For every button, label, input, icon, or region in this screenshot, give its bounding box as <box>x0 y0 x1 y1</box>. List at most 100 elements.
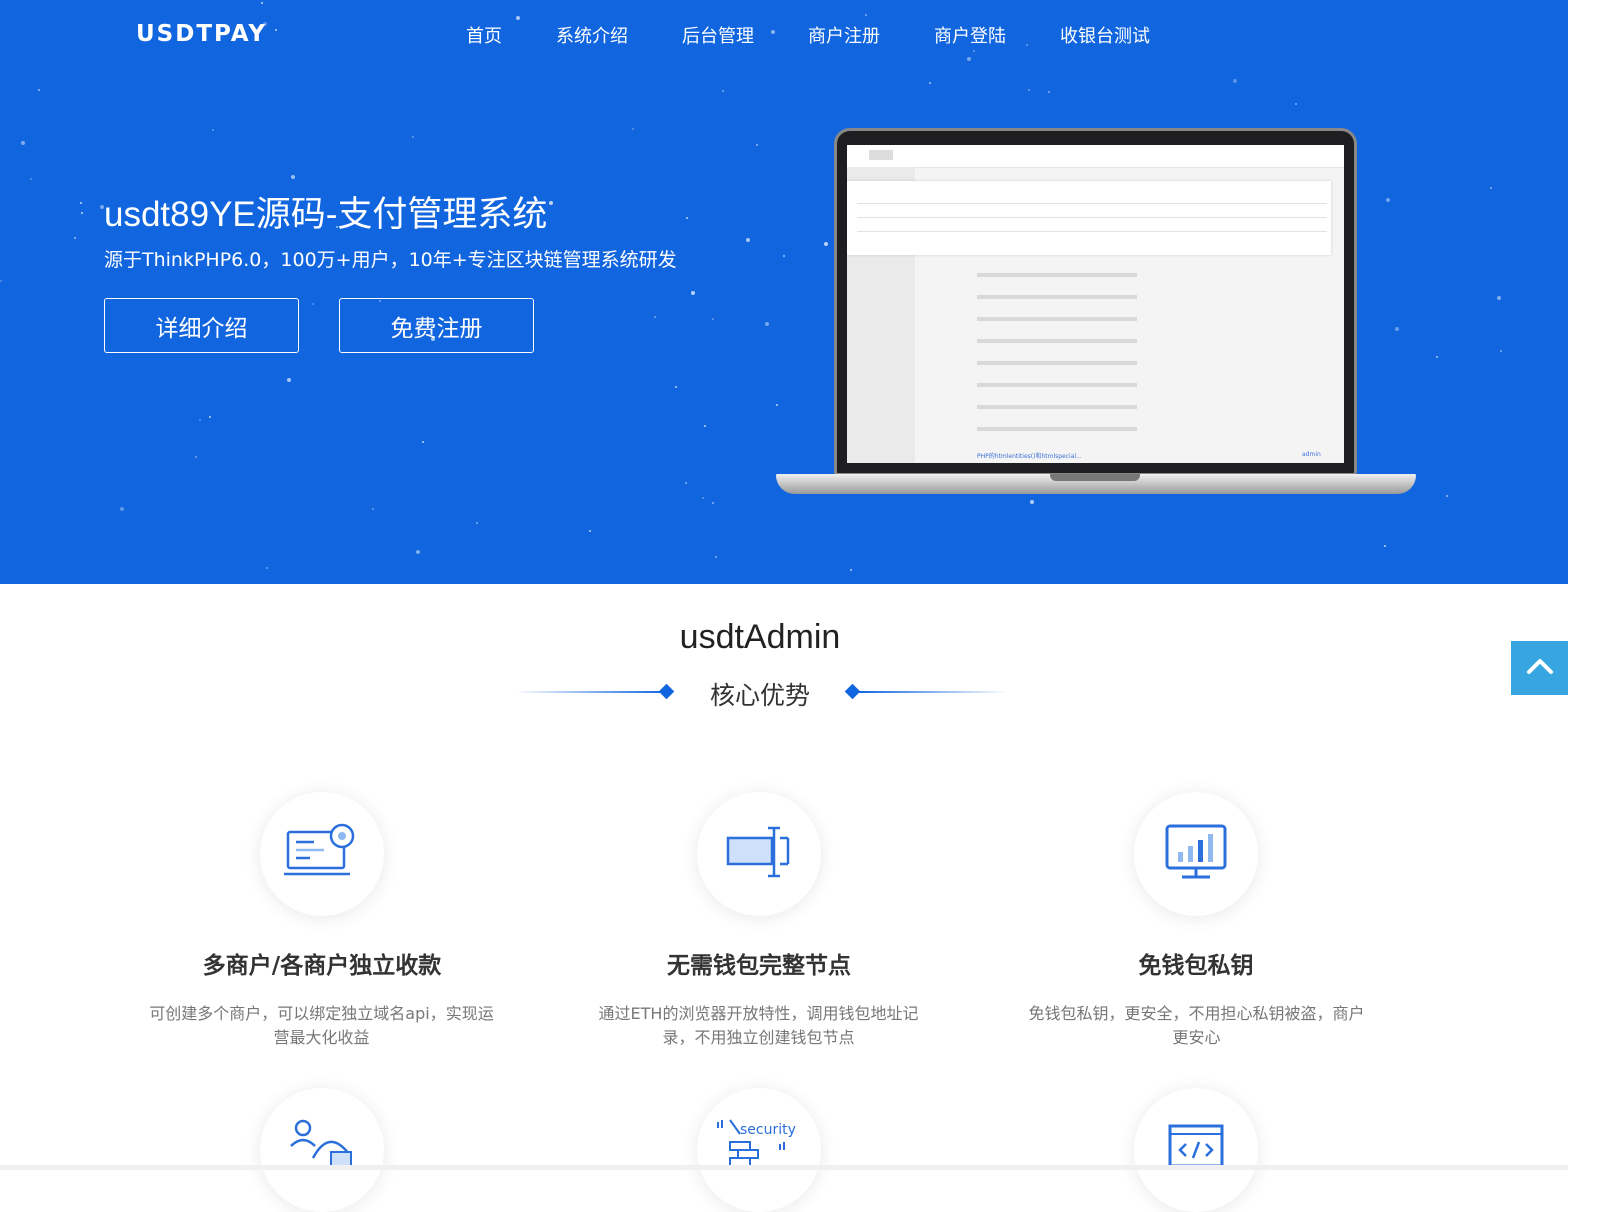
screenshot-last-row-user: admin <box>1302 451 1321 458</box>
star-dot <box>675 386 677 388</box>
hero-banner: USDTPAY 首页 系统介绍 后台管理 商户注册 商户登陆 收银台测试 usd… <box>0 0 1568 584</box>
feature-icon-circle <box>697 792 821 916</box>
star-dot <box>266 567 268 569</box>
star-dot <box>973 50 975 52</box>
star-dot <box>704 425 706 427</box>
star-dot <box>1048 91 1050 93</box>
star-dot <box>212 129 214 131</box>
star-dot <box>209 416 211 418</box>
star-dot <box>1030 500 1034 504</box>
feature-title: 多商户/各商户独立收款 <box>202 953 442 979</box>
star-dot <box>1446 495 1448 497</box>
screenshot-table-panel <box>847 181 1331 255</box>
star-dot <box>0 280 2 282</box>
back-to-top-button[interactable] <box>1511 641 1568 695</box>
feature-description: 通过ETH的浏览器开放特性，调用钱包地址记录，不用独立创建钱包节点 <box>598 1004 919 1047</box>
register-button[interactable]: 免费注册 <box>339 298 534 353</box>
star-dot <box>312 303 314 305</box>
feature-description: 可创建多个商户，可以绑定独立域名api，实现运营最大化收益 <box>149 1004 494 1047</box>
star-dot <box>476 522 478 524</box>
star-dot <box>765 322 769 326</box>
wallet-node-icon <box>724 824 794 884</box>
star-dot <box>746 238 750 242</box>
star-dot <box>195 456 197 458</box>
security-icon: security <box>714 1114 804 1170</box>
star-dot <box>1233 79 1237 83</box>
admin-screenshot: PHP的htmlentities()和htmlspecial... admin <box>847 145 1344 463</box>
feature-description: 免钱包私钥，更安全，不用担心私钥被盗，商户更安心 <box>1028 1004 1365 1047</box>
star-dot <box>850 569 852 571</box>
nav-item-merchant-register[interactable]: 商户注册 <box>808 22 880 48</box>
star-dot <box>756 144 758 146</box>
feature-icon-circle: security <box>697 1088 821 1212</box>
nav-item-system-intro[interactable]: 系统介绍 <box>556 22 628 48</box>
star-dot <box>81 212 83 214</box>
users-icon <box>289 1118 355 1172</box>
star-dot <box>372 508 374 510</box>
star-dot <box>1384 545 1386 547</box>
nav-item-merchant-login[interactable]: 商户登陆 <box>934 22 1006 48</box>
section-subtitle: 核心优势 <box>709 681 810 710</box>
laptop-mockup: PHP的htmlentities()和htmlspecial... admin <box>776 128 1416 498</box>
star-dot <box>1490 187 1492 189</box>
star-dot <box>1497 296 1501 300</box>
chevron-up-icon <box>1526 657 1554 679</box>
nav-item-checkout-test[interactable]: 收银台测试 <box>1060 22 1150 48</box>
star-dot <box>80 202 82 204</box>
section-title: usdtAdmin <box>679 618 841 656</box>
star-dot <box>422 441 424 443</box>
star-dot <box>715 556 717 558</box>
laptop-screen-frame: PHP的htmlentities()和htmlspecial... admin <box>834 128 1357 476</box>
feature-title: 无需钱包完整节点 <box>667 953 851 979</box>
star-dot <box>21 141 25 145</box>
merchant-settings-icon <box>284 822 360 886</box>
star-dot <box>120 507 124 511</box>
star-dot <box>712 318 714 320</box>
star-dot <box>712 502 714 504</box>
star-dot <box>632 128 634 130</box>
star-dot <box>685 482 687 484</box>
star-dot <box>589 530 591 532</box>
star-dot <box>261 2 263 4</box>
star-dot <box>1436 356 1438 358</box>
feature-icon-circle <box>1134 1088 1258 1212</box>
star-dot <box>1295 103 1297 105</box>
star-dot <box>929 82 931 84</box>
security-label: security <box>740 1122 796 1138</box>
logo[interactable]: USDTPAY <box>136 21 267 47</box>
nav-item-admin[interactable]: 后台管理 <box>682 22 754 48</box>
star-dot <box>199 419 201 421</box>
screenshot-last-row-text: PHP的htmlentities()和htmlspecial... <box>977 453 1082 460</box>
star-dot <box>702 497 704 499</box>
feature-icon-circle <box>260 792 384 916</box>
nav-item-home[interactable]: 首页 <box>466 22 502 48</box>
main-nav: 首页 系统介绍 后台管理 商户注册 商户登陆 收银台测试 <box>466 22 1204 48</box>
star-dot <box>275 29 277 31</box>
monitor-chart-icon <box>1164 822 1228 886</box>
star-dot <box>722 90 724 92</box>
star-dot <box>865 14 867 16</box>
star-dot <box>291 175 295 179</box>
star-dot <box>1028 89 1030 91</box>
detail-button[interactable]: 详细介绍 <box>104 298 299 353</box>
star-dot <box>416 550 420 554</box>
feature-icon-circle <box>260 1088 384 1212</box>
star-dot <box>412 136 414 138</box>
star-dot <box>549 201 553 205</box>
star-dot <box>691 291 695 295</box>
star-dot <box>1500 350 1502 352</box>
bottom-divider <box>0 1165 1568 1170</box>
hero-subtitle: 源于ThinkPHP6.0，100万+用户，10年+专注区块链管理系统研发 <box>104 249 677 271</box>
star-dot <box>967 57 971 61</box>
star-dot <box>686 217 688 219</box>
divider-right <box>858 691 1008 693</box>
star-dot <box>287 378 291 382</box>
star-dot <box>654 316 656 318</box>
feature-title: 免钱包私钥 <box>1138 953 1254 979</box>
screenshot-toolbar <box>847 145 1344 168</box>
hero-title: usdt89YE源码-支付管理系统 <box>104 195 548 234</box>
star-dot <box>516 16 520 20</box>
laptop-notch <box>1050 474 1140 481</box>
feature-icon-circle <box>1134 792 1258 916</box>
star-dot <box>38 89 40 91</box>
